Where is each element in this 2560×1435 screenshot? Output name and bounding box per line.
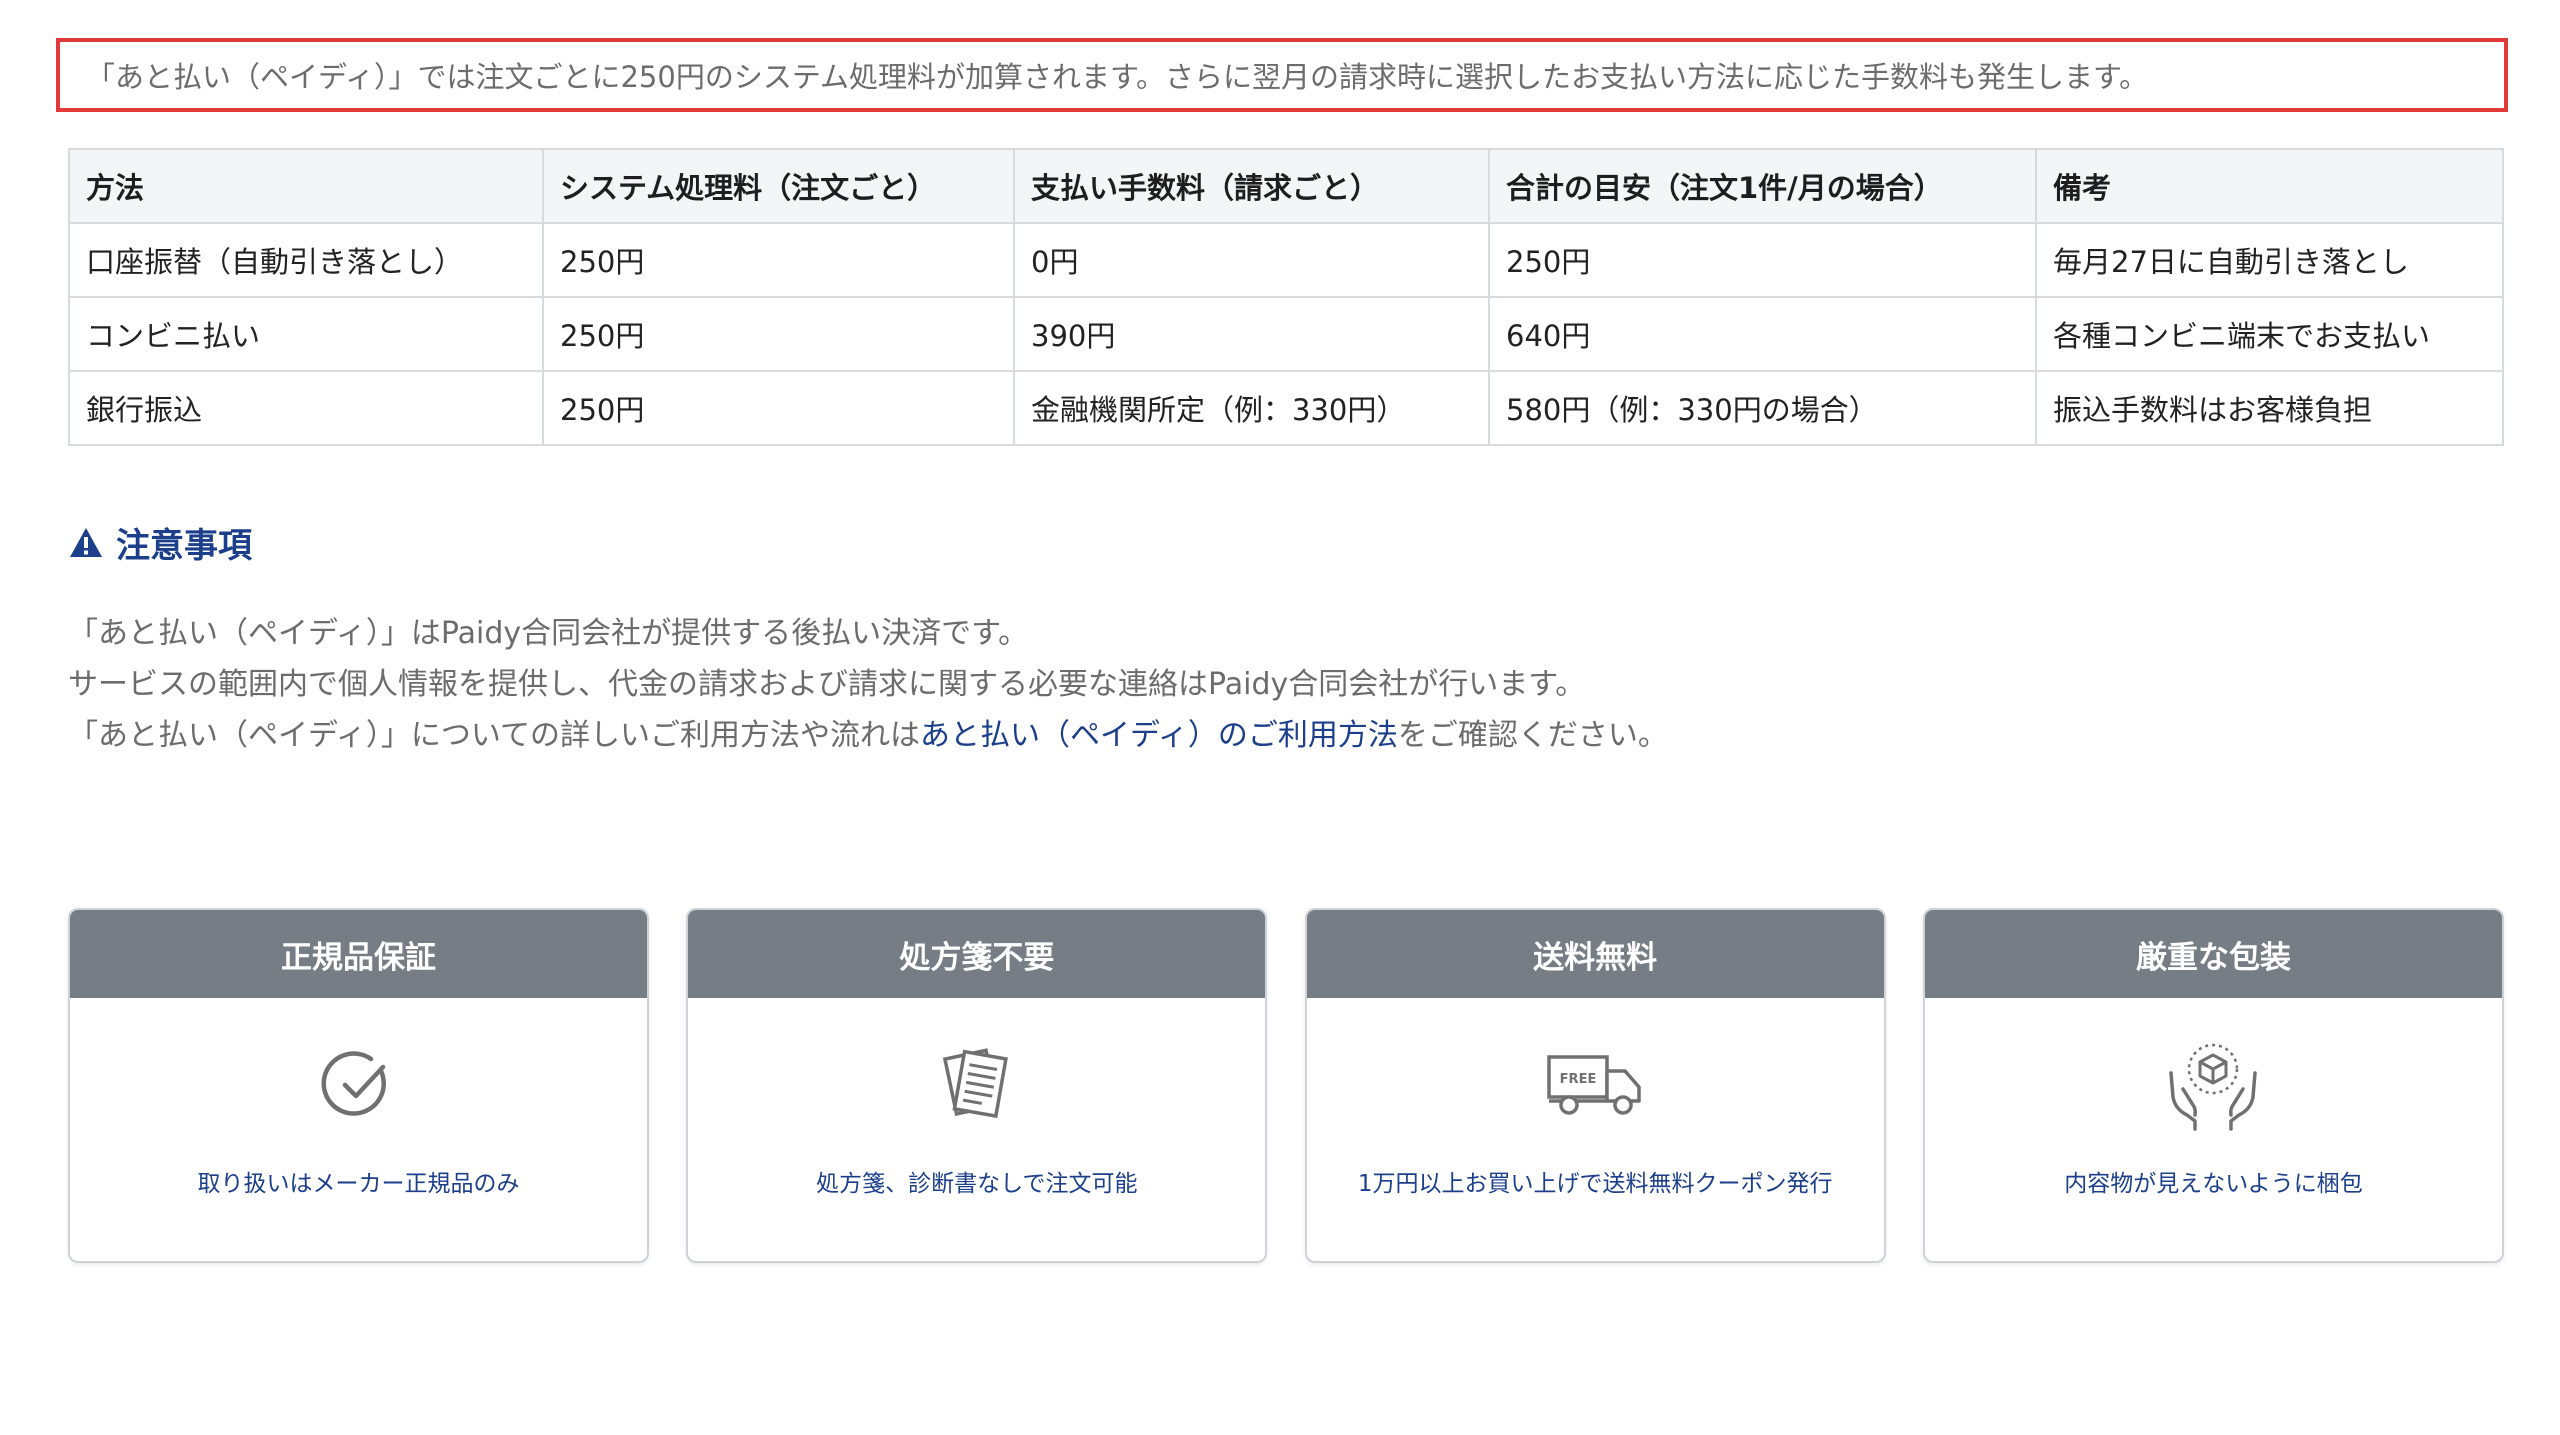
feature-cards: 正規品保証 取り扱いはメーカー正規品のみ 処方箋不要 処方箋、診断書なしで注文可… [68,908,2504,1263]
table-cell: 250円 [542,296,1015,372]
caution-title: 注意事項 [116,526,252,566]
caution-line-3-suffix: をご確認ください。 [1397,718,1668,753]
table-cell: 250円 [1488,222,2037,298]
feature-card-free-shipping: 送料無料 FREE 1万円以上お買い上げで送料無料クーポン発行 [1304,908,1886,1263]
page: 「あと払い（ペイディ）」では注文ごとに250円のシステム処理料が加算されます。さ… [0,0,2560,1435]
feature-card-title: 処方箋不要 [688,910,1266,998]
feature-card-text: 1万円以上お買い上げで送料無料クーポン発行 [1357,1171,1833,1197]
table-cell: 銀行振込 [68,370,544,446]
table-cell: 640円 [1488,296,2037,372]
fee-notice-text: 「あと払い（ペイディ）」では注文ごとに250円のシステム処理料が加算されます。さ… [86,60,2149,94]
feature-card-discreet-packaging: 厳重な包装 内容物が見えないように梱包 [1922,908,2504,1263]
header-remarks: 備考 [2035,148,2504,224]
header-method: 方法 [68,148,544,224]
table-row: 口座振替（自動引き落とし） 250円 0円 250円 毎月27日に自動引き落とし [68,222,2504,298]
caution-line-3-prefix: 「あと払い（ペイディ）」についての詳しいご利用方法や流れは [68,718,920,753]
table-cell: 口座振替（自動引き落とし） [68,222,544,298]
header-system-fee: システム処理料（注文ごと） [542,148,1015,224]
free-label: FREE [1560,1072,1597,1087]
caution-line-1: 「あと払い（ペイディ）」はPaidy合同会社が提供する後払い決済です。 [68,616,1029,651]
feature-card-title: 正規品保証 [70,910,647,998]
table-cell: 各種コンビニ端末でお支払い [2035,296,2504,372]
table-cell: 金融機関所定（例：330円） [1013,370,1490,446]
table-cell: 390円 [1013,296,1490,372]
feature-card-title: 送料無料 [1306,910,1884,998]
table-cell: コンビニ払い [68,296,544,372]
documents-icon [942,1048,1008,1119]
caution-body: 「あと払い（ペイディ）」はPaidy合同会社が提供する後払い決済です。 サービス… [68,608,1668,761]
table-cell: 振込手数料はお客様負担 [2035,370,2504,446]
feature-card-genuine: 正規品保証 取り扱いはメーカー正規品のみ [68,908,649,1263]
feature-card-text: 取り扱いはメーカー正規品のみ [197,1171,520,1197]
feature-card-no-prescription: 処方箋不要 処方箋、診断書なしで注文可能 [686,908,1268,1263]
table-cell: 0円 [1013,222,1490,298]
table-cell: 580円（例：330円の場合） [1488,370,2037,446]
table-row: 銀行振込 250円 金融機関所定（例：330円） 580円（例：330円の場合）… [68,370,2504,446]
paidy-usage-link[interactable]: あと払い（ペイディ）のご利用方法 [920,718,1398,753]
fee-notice-box: 「あと払い（ペイディ）」では注文ごとに250円のシステム処理料が加算されます。さ… [56,38,2508,112]
table-cell: 250円 [542,222,1015,298]
table-cell: 250円 [542,370,1015,446]
header-total-estimate: 合計の目安（注文1件/月の場合） [1488,148,2037,224]
hands-package-icon [2169,1043,2258,1131]
feature-card-text: 処方箋、診断書なしで注文可能 [816,1171,1138,1197]
feature-card-text: 内容物が見えないように梱包 [2064,1171,2363,1197]
free-truck-icon: FREE [1547,1055,1641,1115]
fee-table-header-row: 方法 システム処理料（注文ごと） 支払い手数料（請求ごと） 合計の目安（注文1件… [68,148,2504,224]
table-row: コンビニ払い 250円 390円 640円 各種コンビニ端末でお支払い [68,296,2504,372]
feature-card-title: 厳重な包装 [1924,910,2502,998]
header-payment-fee: 支払い手数料（請求ごと） [1013,148,1490,224]
caution-line-3: 「あと払い（ペイディ）」についての詳しいご利用方法や流れはあと払い（ペイディ）の… [68,710,1668,761]
check-circle-icon [321,1051,386,1116]
caution-heading: 注意事項 [68,518,252,567]
warning-icon [70,527,102,557]
table-cell: 毎月27日に自動引き落とし [2035,222,2504,298]
caution-line-2: サービスの範囲内で個人情報を提供し、代金の請求および請求に関する必要な連絡はPa… [68,667,1586,702]
fee-table: 方法 システム処理料（注文ごと） 支払い手数料（請求ごと） 合計の目安（注文1件… [68,148,2504,446]
